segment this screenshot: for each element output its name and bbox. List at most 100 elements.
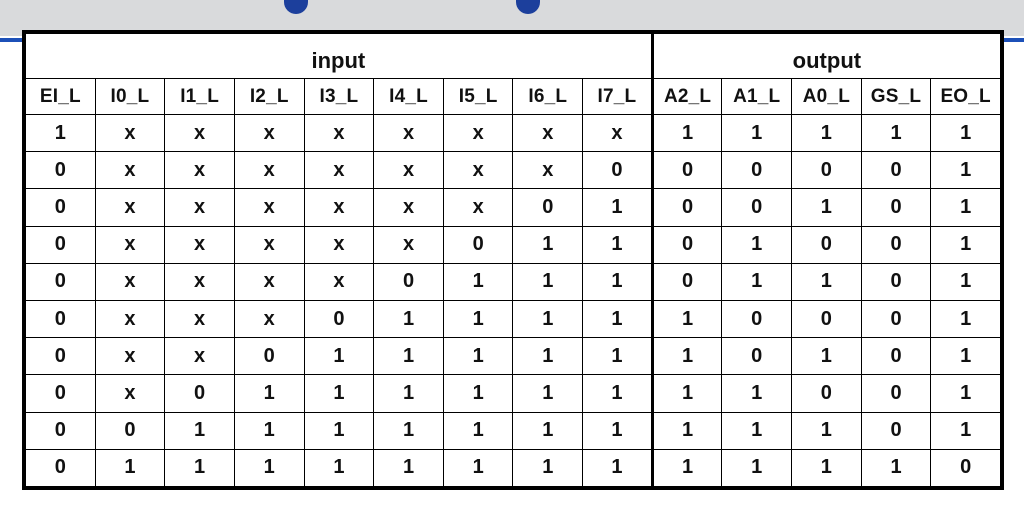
table-cell: 1 xyxy=(512,374,584,413)
table-row: 01111111111110 xyxy=(25,448,1001,488)
table-cell: 1 xyxy=(930,299,1001,339)
table-cell: 0 xyxy=(512,188,584,227)
group-header-output: output xyxy=(650,33,1002,79)
table-row: 0xxxxxxx000001 xyxy=(25,151,1001,190)
table-cell: 1 xyxy=(442,337,514,376)
table-cell: 1 xyxy=(233,374,305,413)
table-cell: 1 xyxy=(650,374,723,413)
table-cell: x xyxy=(233,225,305,264)
table-cell: 0 xyxy=(860,188,932,227)
table-cell: 1 xyxy=(791,411,862,450)
table-cell: x xyxy=(164,262,235,301)
table-cell: 0 xyxy=(860,411,932,450)
table-cell: 1 xyxy=(721,225,793,264)
table-cell: 0 xyxy=(25,448,96,488)
column-header-eo-l: EO_L xyxy=(930,78,1001,115)
table-cell: 1 xyxy=(860,113,932,153)
table-cell: x xyxy=(164,113,235,153)
table-cell: x xyxy=(373,113,444,153)
table-cell: x xyxy=(94,151,166,190)
table-cell: x xyxy=(233,262,305,301)
table-cell: 1 xyxy=(303,374,375,413)
table-cell: x xyxy=(303,262,375,301)
table-cell: 0 xyxy=(650,225,723,264)
column-header-i4-l: I4_L xyxy=(373,78,444,115)
table-cell: 0 xyxy=(791,299,862,339)
table-cell: 1 xyxy=(373,374,444,413)
column-header-a2-l: A2_L xyxy=(650,78,723,115)
table-cell: 0 xyxy=(930,448,1001,488)
table-cell: 0 xyxy=(721,337,793,376)
table-cell: 0 xyxy=(582,151,653,190)
table-cell: 1 xyxy=(442,299,514,339)
table-cell: 1 xyxy=(512,337,584,376)
table-cell: 0 xyxy=(442,225,514,264)
table-cell: x xyxy=(164,299,235,339)
table-cell: x xyxy=(442,113,514,153)
table-cell: x xyxy=(233,299,305,339)
table-cell: 1 xyxy=(650,337,723,376)
table-cell: 1 xyxy=(164,411,235,450)
table-cell: 1 xyxy=(303,448,375,488)
table-cell: 1 xyxy=(650,113,723,153)
table-cell: x xyxy=(373,188,444,227)
table-cell: 1 xyxy=(512,448,584,488)
table-cell: 0 xyxy=(860,262,932,301)
table-cell: 0 xyxy=(860,299,932,339)
group-header-input: input xyxy=(25,33,653,79)
table-cell: x xyxy=(303,188,375,227)
table-cell: 1 xyxy=(930,113,1001,153)
table-row: 0xxxxx01101001 xyxy=(25,225,1001,264)
table-cell: 0 xyxy=(25,151,96,190)
table-cell: 1 xyxy=(442,262,514,301)
table-cell: 0 xyxy=(860,374,932,413)
table-cell: x xyxy=(373,225,444,264)
table-cell: 0 xyxy=(721,151,793,190)
table-cell: 0 xyxy=(94,411,166,450)
table-cell: x xyxy=(164,151,235,190)
table-cell: x xyxy=(164,188,235,227)
table-cell: 1 xyxy=(582,411,653,450)
column-header-i6-l: I6_L xyxy=(512,78,584,115)
table-cell: x xyxy=(442,188,514,227)
group-header-row: input output xyxy=(25,33,1002,79)
table-cell: 1 xyxy=(582,448,653,488)
table-cell: 1 xyxy=(650,448,723,488)
table-cell: 0 xyxy=(25,188,96,227)
table-row: 0xxx0111110001 xyxy=(25,299,1001,339)
table-cell: 1 xyxy=(512,262,584,301)
table-cell: x xyxy=(303,151,375,190)
table-cell: x xyxy=(303,225,375,264)
table-cell: x xyxy=(94,299,166,339)
table-cell: x xyxy=(94,113,166,153)
table-cell: x xyxy=(164,337,235,376)
table-cell: x xyxy=(94,337,166,376)
table-cell: 0 xyxy=(25,411,96,450)
table-cell: 0 xyxy=(860,225,932,264)
truth-table-frame: input output EI_L I0_L I1_L I2_L I3_L I4_L I5_… xyxy=(22,30,1004,490)
table-cell: 1 xyxy=(582,374,653,413)
table-cell: 1 xyxy=(512,225,584,264)
table-cell: x xyxy=(164,225,235,264)
table-cell: 1 xyxy=(512,299,584,339)
table-cell: 1 xyxy=(650,299,723,339)
table-cell: 1 xyxy=(791,337,862,376)
table-cell: x xyxy=(512,113,584,153)
table-cell: 1 xyxy=(930,225,1001,264)
table-cell: 1 xyxy=(442,411,514,450)
column-header-i5-l: I5_L xyxy=(442,78,514,115)
table-cell: x xyxy=(94,374,166,413)
table-cell: 0 xyxy=(25,337,96,376)
table-row: 00111111111101 xyxy=(25,411,1001,450)
table-cell: 0 xyxy=(25,225,96,264)
table-cell: x xyxy=(94,225,166,264)
table-cell: 1 xyxy=(233,411,305,450)
table-row: 0xx01111110101 xyxy=(25,337,1001,376)
table-cell: 0 xyxy=(650,188,723,227)
table-cell: 1 xyxy=(582,299,653,339)
table-cell: 1 xyxy=(721,374,793,413)
table-cell: 0 xyxy=(860,337,932,376)
table-cell: 1 xyxy=(373,299,444,339)
table-cell: x xyxy=(94,188,166,227)
table-cell: 1 xyxy=(442,374,514,413)
